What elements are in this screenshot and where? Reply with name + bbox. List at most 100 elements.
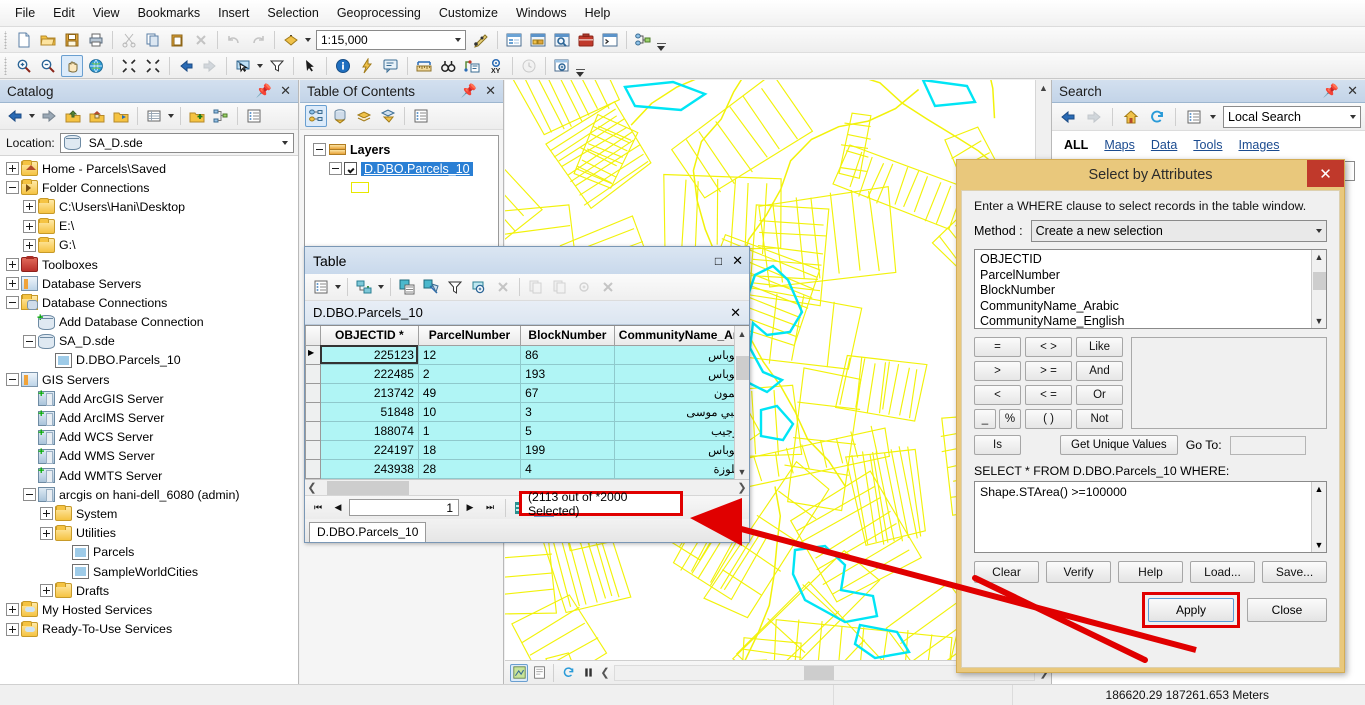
table-row[interactable]: 51848 10 3 النبي موسى [305, 401, 749, 422]
go-to-xy-icon[interactable]: XY [485, 55, 507, 77]
table-row[interactable]: 224197 18 199 طوباس [305, 439, 749, 460]
table-row[interactable]: 51832212النبي موسى [305, 477, 749, 479]
fixed-zoom-out-icon[interactable] [142, 55, 164, 77]
scroll-down-icon[interactable]: ▼ [1312, 314, 1326, 328]
cell-communityname[interactable]: طمون [613, 382, 749, 403]
switch-selection-icon[interactable] [420, 276, 442, 298]
last-record-button[interactable]: ⏭ [481, 499, 499, 517]
cell-blocknumber[interactable]: 12 [520, 477, 615, 479]
operator-or-button[interactable]: Or [1076, 385, 1123, 405]
scroll-up-icon[interactable]: ▲ [1312, 482, 1326, 496]
select-elements-icon[interactable] [299, 55, 321, 77]
options-icon[interactable] [410, 105, 432, 127]
select-all-icon[interactable] [396, 276, 418, 298]
expand-icon[interactable] [6, 622, 19, 636]
collapse-icon[interactable] [313, 143, 326, 156]
table-vertical-scrollbar[interactable]: ▲ ▼ [734, 326, 749, 479]
catalog-tree-item[interactable]: Database Connections [0, 293, 298, 312]
row-selector-cell[interactable] [305, 382, 321, 403]
menu-item-file[interactable]: File [6, 2, 44, 24]
expand-icon[interactable] [6, 603, 19, 617]
pin-icon[interactable]: 📌 [461, 83, 477, 99]
catalog-tree-item[interactable]: Toolboxes [0, 255, 298, 274]
verify-button[interactable]: Verify [1046, 561, 1111, 583]
expand-icon[interactable] [23, 219, 36, 233]
catalog-tree-item[interactable]: Folder Connections [0, 178, 298, 197]
sql-expression-textarea[interactable]: Shape.STArea() >=100000 ▲ ▼ [974, 481, 1327, 553]
cell-objectid[interactable]: 213742 [319, 382, 419, 403]
cell-blocknumber[interactable]: 86 [520, 344, 615, 365]
operator-and-button[interactable]: And [1076, 361, 1123, 381]
open-folder-icon[interactable] [37, 29, 59, 51]
copy-icon[interactable] [142, 29, 164, 51]
scroll-left-icon[interactable]: ❮ [305, 480, 319, 496]
list-by-selection-icon[interactable] [377, 105, 399, 127]
expand-icon[interactable] [40, 584, 53, 598]
menu-item-help[interactable]: Help [576, 2, 620, 24]
column-header-objectid[interactable]: OBJECTID * [319, 326, 419, 346]
list-by-visibility-icon[interactable] [353, 105, 375, 127]
pan-icon[interactable] [61, 54, 83, 77]
row-selector-cell[interactable] [305, 439, 321, 460]
chevron-down-icon[interactable] [455, 38, 461, 42]
expand-icon[interactable] [6, 162, 19, 176]
delete-selected-icon[interactable] [492, 276, 514, 298]
menu-item-view[interactable]: View [84, 2, 129, 24]
operator-like-button[interactable]: Like [1076, 337, 1123, 357]
search-tab-all[interactable]: ALL [1064, 138, 1088, 152]
delete-records-icon[interactable] [597, 276, 619, 298]
map-scale-combo[interactable]: 1:15,000 [316, 29, 466, 50]
scrollbar-thumb[interactable] [1313, 272, 1326, 290]
table-of-contents-icon[interactable] [503, 29, 525, 51]
table-options-icon[interactable] [310, 276, 332, 298]
scrollbar-thumb[interactable] [327, 480, 409, 495]
collapse-icon[interactable] [23, 488, 36, 502]
row-selector-cell[interactable] [305, 363, 321, 384]
catalog-tree-item[interactable]: Database Servers [0, 274, 298, 293]
time-slider-icon[interactable] [518, 55, 540, 77]
list-by-drawing-order-icon[interactable] [305, 105, 327, 127]
cell-objectid[interactable]: 243938 [319, 458, 419, 479]
cell-objectid[interactable]: 51832 [319, 477, 419, 479]
row-selector-header[interactable] [305, 326, 321, 346]
collapse-icon[interactable] [6, 373, 19, 387]
find-route-icon[interactable] [461, 55, 483, 77]
table-row[interactable]: 188074 1 5 روجيب [305, 420, 749, 441]
arctoolbox-icon[interactable] [575, 29, 597, 51]
table-row[interactable]: 222485 2 193 طوباس [305, 363, 749, 384]
add-data-icon[interactable] [280, 29, 302, 51]
related-tables-dropdown-icon[interactable] [376, 276, 386, 298]
first-record-button[interactable]: ⏮ [309, 499, 327, 517]
collapse-icon[interactable] [6, 296, 19, 310]
new-document-icon[interactable] [13, 29, 35, 51]
toggle-tree-icon[interactable] [210, 105, 232, 127]
cell-objectid[interactable]: 222485 [319, 363, 419, 384]
scroll-up-icon[interactable]: ▲ [1036, 80, 1051, 95]
clear-selection-icon[interactable] [266, 55, 288, 77]
apply-button[interactable]: Apply [1148, 598, 1234, 622]
operator-equals-button[interactable]: = [974, 337, 1021, 357]
zoom-to-selected-icon[interactable] [468, 276, 490, 298]
field-list-item[interactable]: BlockNumber [980, 283, 1311, 299]
save-button[interactable]: Save... [1262, 561, 1327, 583]
operator-percent-button[interactable]: % [999, 409, 1021, 429]
row-selector-cell[interactable] [305, 420, 321, 441]
field-list-item[interactable]: CommunityName_English [980, 314, 1311, 328]
catalog-tree-item[interactable]: Drafts [0, 581, 298, 600]
catalog-tree-item[interactable]: SA_D.sde [0, 332, 298, 351]
table-tab-parcels[interactable]: D.DBO.Parcels_10 [309, 522, 427, 542]
catalog-tree-item[interactable]: C:\Users\Hani\Desktop [0, 197, 298, 216]
scrollbar-thumb[interactable] [803, 665, 834, 680]
operator-greater-equal-button[interactable]: > = [1025, 361, 1072, 381]
clear-button[interactable]: Clear [974, 561, 1039, 583]
catalog-tree-item[interactable]: GIS Servers [0, 370, 298, 389]
cell-parcelnumber[interactable]: 1 [417, 420, 522, 441]
undo-icon[interactable] [223, 29, 245, 51]
field-list-item[interactable]: ParcelNumber [980, 268, 1311, 284]
add-data-dropdown-icon[interactable] [303, 29, 313, 51]
table-row[interactable]: 243938 28 4 طلوزة [305, 458, 749, 479]
close-icon[interactable]: ✕ [730, 305, 741, 321]
print-icon[interactable] [85, 29, 107, 51]
layer-visibility-checkbox[interactable] [344, 162, 357, 175]
catalog-tree-item[interactable]: Add WMS Server [0, 446, 298, 466]
